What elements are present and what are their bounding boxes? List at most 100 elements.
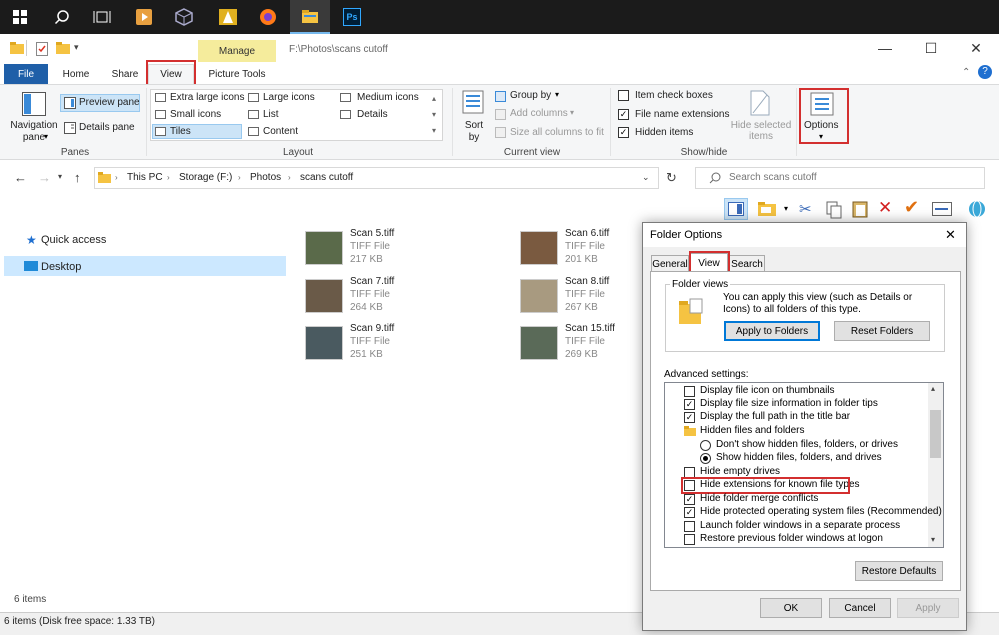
dialog-close-button[interactable]: ✕ [945,227,956,243]
close-window-button[interactable]: ✕ [953,40,999,60]
setting-checkbox[interactable]: ✓ [684,412,695,423]
up-button[interactable]: ↑ [74,170,81,185]
setting-checkbox[interactable]: ✓ [684,507,695,518]
tab-share[interactable]: Share [104,64,146,84]
breadcrumb-separator-icon: › [115,173,118,182]
details-pane-button[interactable]: Details pane [79,122,135,133]
ribbon-collapse-icon[interactable]: ⌃ [962,67,970,78]
image-thumbnail [305,326,343,360]
scroll-up-icon[interactable]: ▴ [931,384,935,393]
setting-checkbox[interactable]: ✓ [684,399,695,410]
forward-button[interactable]: → [38,170,51,185]
media-player-icon[interactable] [124,0,164,34]
folder-view-icon[interactable] [758,201,778,220]
dialog-tab-general[interactable]: General [651,255,689,272]
photoshop-icon[interactable]: Ps [332,0,372,34]
advanced-settings-scrollbar[interactable] [928,383,943,547]
panes-group-label: Panes [60,147,90,158]
setting-checkbox[interactable] [684,534,695,545]
layout-details[interactable]: Details [357,109,388,120]
layout-list[interactable]: List [263,109,279,120]
ok-button[interactable]: OK [760,598,822,618]
item-check-boxes-checkbox[interactable] [618,90,629,101]
layout-content[interactable]: Content [263,126,298,137]
quick-access-dropdown-icon[interactable]: ▾ [74,42,79,53]
back-button[interactable]: ← [14,170,27,185]
minimize-button[interactable]: — [862,40,908,60]
checkmark-icon[interactable]: ✔ [904,197,919,218]
setting-checkbox[interactable] [684,521,695,532]
sort-by-button[interactable]: Sort by [461,120,487,144]
breadcrumb-this-pc[interactable]: This PC [127,172,163,183]
maximize-button[interactable]: ☐ [908,40,954,60]
tab-picture-tools[interactable]: Picture Tools [200,64,274,84]
virtualbox-icon[interactable] [164,0,204,34]
file-name-extensions-checkbox[interactable]: ✓ [618,109,629,120]
hidden-items-label: Hidden items [635,127,694,138]
address-dropdown-icon[interactable]: ⌄ [642,172,650,183]
help-icon[interactable]: ? [978,65,992,79]
navigation-pane-icon[interactable] [22,92,46,119]
navigation-pane-dropdown-icon[interactable]: ▾ [44,132,48,141]
layout-extra-large-icons[interactable]: Extra large icons [170,92,244,103]
apply-button[interactable]: Apply [897,598,959,618]
add-columns-dropdown-icon[interactable]: ▾ [570,108,574,117]
layout-small-icons[interactable]: Small icons [170,109,221,120]
file-tile[interactable]: Scan 9.tiff TIFF File 251 KB [305,323,525,369]
properties-icon[interactable] [36,42,48,59]
large-icons-icon [248,93,259,102]
setting-radio[interactable] [700,440,711,451]
scrollbar-thumb[interactable] [930,410,941,458]
folder-view-dropdown-icon[interactable]: ▾ [784,204,788,213]
task-view-icon[interactable] [82,0,122,34]
image-thumbnail [305,231,343,265]
add-columns-button[interactable]: Add columns [510,108,568,119]
file-explorer-icon[interactable] [290,0,330,34]
file-tile[interactable]: Scan 5.tiff TIFF File 217 KB [305,228,525,274]
windows-start-icon[interactable] [0,0,40,34]
layout-tiles[interactable]: Tiles [170,126,191,137]
vlc-icon[interactable] [208,0,248,34]
rename-icon[interactable] [932,202,952,219]
cancel-button[interactable]: Cancel [829,598,891,618]
group-by-dropdown-icon[interactable]: ▾ [555,90,559,99]
layout-large-icons[interactable]: Large icons [263,92,315,103]
file-tile[interactable]: Scan 7.tiff TIFF File 264 KB [305,276,525,322]
preview-pane-toggle-icon[interactable] [728,202,744,219]
breadcrumb-scans-cutoff[interactable]: scans cutoff [300,172,353,183]
size-all-columns-button[interactable]: Size all columns to fit [510,127,604,138]
reset-folders-button[interactable]: Reset Folders [834,321,930,341]
dialog-tab-search[interactable]: Search [729,255,765,272]
new-folder-icon[interactable] [56,42,70,57]
copy-icon[interactable] [826,201,842,222]
restore-defaults-button[interactable]: Restore Defaults [855,561,943,581]
scroll-down-icon[interactable]: ▾ [931,535,935,544]
globe-icon[interactable] [968,200,986,221]
setting-label: Hide protected operating system files (R… [700,506,942,517]
refresh-icon[interactable]: ↻ [666,170,677,186]
navigation-pane-button[interactable]: Navigation pane [10,120,58,144]
ribbon-separator [452,88,453,156]
hide-selected-items-button[interactable]: Hide selected items [730,120,792,142]
tab-file[interactable]: File [4,64,48,84]
layout-medium-icons[interactable]: Medium icons [357,92,419,103]
search-icon[interactable] [42,0,82,34]
breadcrumb-photos[interactable]: Photos [250,172,281,183]
layout-scroll-arrows-icon[interactable]: ▴ ▾ ▾ [432,91,436,139]
hidden-items-checkbox[interactable]: ✓ [618,127,629,138]
nav-desktop[interactable]: Desktop [41,261,81,273]
preview-pane-button[interactable]: Preview pane [79,97,140,108]
apply-to-folders-button[interactable]: Apply to Folders [724,321,820,341]
paste-icon[interactable] [852,200,868,221]
setting-checkbox[interactable]: ✓ [684,494,695,505]
group-by-button[interactable]: Group by [510,90,551,101]
breadcrumb-storage[interactable]: Storage (F:) [179,172,232,183]
recent-locations-dropdown-icon[interactable]: ▾ [58,172,62,181]
setting-radio[interactable] [700,453,711,464]
nav-quick-access[interactable]: Quick access [41,234,106,246]
delete-icon[interactable]: ✕ [878,198,892,218]
tab-home[interactable]: Home [56,64,96,84]
firefox-icon[interactable] [248,0,288,34]
setting-checkbox[interactable] [684,386,695,397]
cut-icon[interactable]: ✂ [799,200,812,218]
